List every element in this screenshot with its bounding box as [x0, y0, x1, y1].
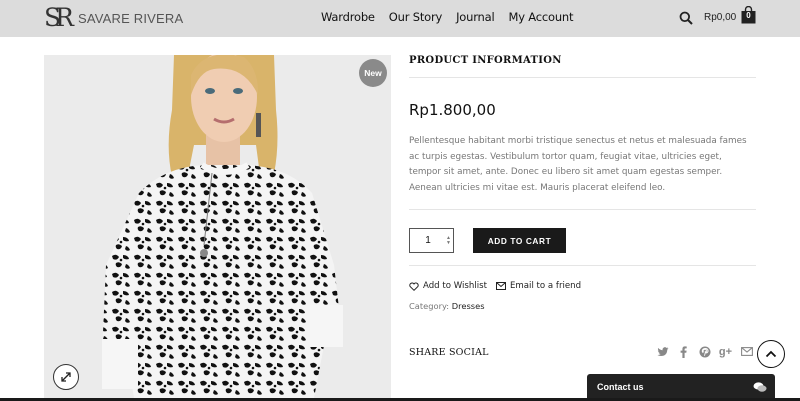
- search-icon[interactable]: [679, 11, 693, 25]
- nav-my-account[interactable]: My Account: [508, 10, 573, 24]
- email-friend-label: Email to a friend: [509, 281, 582, 291]
- back-to-top-button[interactable]: [757, 340, 785, 368]
- email-friend-link[interactable]: Email to a friend: [495, 281, 582, 291]
- add-to-wishlist-link[interactable]: Add to Wishlist: [409, 281, 487, 291]
- main-nav: Wardrobe Our Story Journal My Account: [321, 10, 574, 24]
- add-to-cart-button[interactable]: ADD TO CART: [473, 228, 566, 253]
- pinterest-icon[interactable]: [698, 345, 711, 358]
- brand-name: SAVARE RIVERA: [77, 10, 184, 26]
- envelope-icon: [495, 282, 506, 290]
- mail-icon[interactable]: [740, 345, 753, 358]
- quantity-value[interactable]: 1: [410, 235, 446, 246]
- product-info-heading: PRODUCT INFORMATION: [409, 55, 756, 78]
- chat-bubbles-icon: [753, 382, 767, 392]
- logo-mark: SR: [44, 3, 74, 32]
- product-price: Rp1.800,00: [409, 101, 496, 119]
- divider: [409, 265, 756, 266]
- zoom-button[interactable]: [53, 364, 79, 390]
- facebook-icon[interactable]: [677, 345, 690, 358]
- product-info: PRODUCT INFORMATION Rp1.800,00 Pellentes…: [409, 55, 756, 358]
- expand-icon: [61, 372, 71, 382]
- contact-us-label: Contact us: [597, 382, 644, 392]
- quantity-stepper[interactable]: 1 ▲ ▼: [409, 228, 454, 253]
- nav-journal[interactable]: Journal: [456, 10, 495, 24]
- google-plus-icon[interactable]: g+: [719, 345, 732, 358]
- product-image[interactable]: New: [44, 55, 391, 398]
- nav-wardrobe[interactable]: Wardrobe: [321, 10, 375, 24]
- cart-total[interactable]: Rp0,00: [704, 12, 736, 23]
- nav-our-story[interactable]: Our Story: [389, 10, 443, 24]
- share-icons: g+: [656, 345, 753, 358]
- spinner-arrows-icon[interactable]: ▲ ▼: [446, 236, 451, 246]
- share-social-title: SHARE SOCIAL: [409, 347, 489, 358]
- contact-us-widget[interactable]: Contact us: [587, 374, 775, 401]
- category-link[interactable]: Dresses: [452, 301, 485, 311]
- product-category: Category: Dresses: [409, 301, 485, 311]
- product-actions: Add to Wishlist Email to a friend: [409, 281, 581, 291]
- purchase-row: 1 ▲ ▼ ADD TO CART: [409, 228, 756, 253]
- chevron-up-icon: [765, 350, 777, 358]
- heart-icon: [409, 282, 419, 291]
- product-photo: [44, 55, 391, 398]
- site-header: SR SAVARE RIVERA Wardrobe Our Story Jour…: [0, 0, 800, 37]
- product-description: Pellentesque habitant morbi tristique se…: [409, 134, 756, 211]
- cart-count-badge: 0: [746, 11, 751, 20]
- logo[interactable]: SR SAVARE RIVERA: [44, 5, 183, 31]
- wishlist-label: Add to Wishlist: [423, 281, 487, 291]
- twitter-icon[interactable]: [656, 345, 669, 358]
- new-badge: New: [359, 59, 387, 87]
- category-label: Category:: [409, 301, 450, 311]
